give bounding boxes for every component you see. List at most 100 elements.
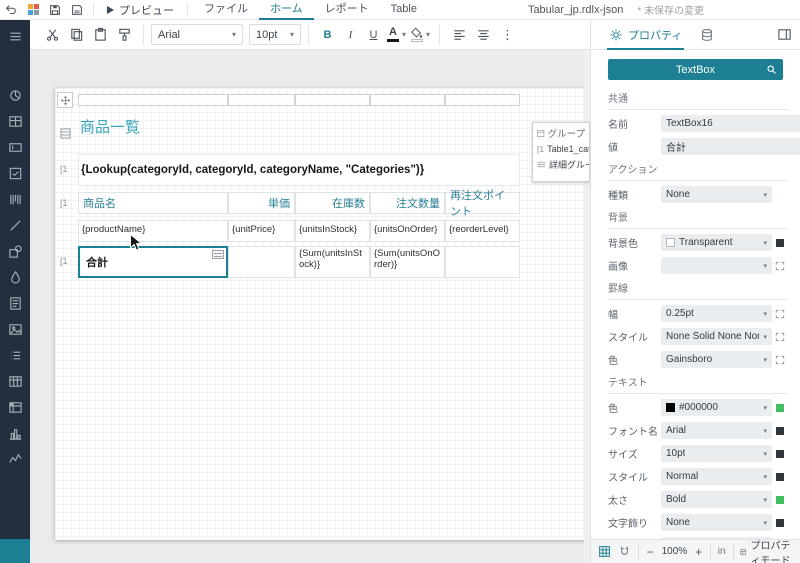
align-center-button[interactable] — [471, 23, 495, 47]
back-image-select[interactable]: ▾ — [661, 257, 772, 274]
undo-button[interactable] — [0, 0, 22, 20]
zoom-out-button[interactable]: − — [646, 545, 655, 559]
menu-table[interactable]: Table — [380, 0, 428, 20]
border-style-select[interactable]: None Solid None None▾ — [661, 328, 772, 345]
align-left-button[interactable] — [447, 23, 471, 47]
text-color-select[interactable]: #000000▾ — [661, 399, 772, 416]
sum-units-in-stock-cell[interactable]: {Sum(unitsInStock)} — [295, 246, 370, 278]
snap-toggle-button[interactable] — [618, 545, 631, 558]
sum-units-on-order-cell[interactable]: {Sum(unitsOnOrder)} — [370, 246, 445, 278]
copy-button[interactable] — [64, 23, 88, 47]
header-cell-units-on-order[interactable]: 注文数量 — [370, 192, 445, 214]
detail-cell-unit-price[interactable]: {unitPrice} — [228, 220, 295, 242]
font-name-select[interactable]: Arial▾ — [661, 422, 772, 439]
toolbox-menu-button[interactable] — [0, 22, 30, 50]
tool-line[interactable] — [0, 212, 30, 238]
fill-color-button[interactable]: ▾ — [408, 27, 432, 42]
border-width-select[interactable]: 0.25pt▾ — [661, 305, 772, 322]
menu-home[interactable]: ホーム — [259, 0, 314, 20]
header-cell-reorder-level[interactable]: 再注文ポイント — [445, 192, 520, 214]
header-row-marker[interactable]: [1 — [60, 198, 68, 208]
expand-button[interactable] — [772, 309, 788, 319]
unit-select[interactable]: in — [718, 546, 726, 557]
header-cell-units-in-stock[interactable]: 在庫数 — [295, 192, 370, 214]
underline-button[interactable]: U — [362, 24, 385, 46]
table-move-handle[interactable] — [57, 92, 73, 108]
more-options-button[interactable]: ⋮ — [495, 27, 520, 43]
footer-row-marker[interactable]: [1 — [60, 256, 68, 266]
lookup-expression-cell[interactable]: {Lookup(categoryId, categoryId, category… — [78, 154, 520, 186]
header-cell-unit-price[interactable]: 単価 — [228, 192, 295, 214]
column-handle-4[interactable] — [370, 94, 445, 106]
paste-button[interactable] — [88, 23, 112, 47]
border-color-select[interactable]: Gainsboro▾ — [661, 351, 772, 368]
tool-tablix[interactable] — [0, 394, 30, 420]
detail-cell-units-in-stock[interactable]: {unitsInStock} — [295, 220, 370, 242]
expand-button[interactable] — [772, 355, 788, 365]
tool-sparkline[interactable] — [0, 446, 30, 472]
tool-chart[interactable] — [0, 420, 30, 446]
detail-cell-reorder-level[interactable]: {reorderLevel} — [445, 220, 520, 242]
tab-properties[interactable]: プロパティ — [607, 20, 684, 50]
action-type-select[interactable]: None▾ — [661, 186, 772, 203]
font-family-select[interactable]: Arial▾ — [151, 24, 243, 45]
font-weight-select[interactable]: Bold▾ — [661, 491, 772, 508]
preview-button[interactable]: プレビュー — [99, 2, 182, 18]
total-label-cell-selected[interactable]: 合計 — [78, 246, 228, 278]
expand-button[interactable] — [772, 332, 788, 342]
tool-chart-donut[interactable] — [0, 82, 30, 108]
tool-textbox[interactable] — [0, 134, 30, 160]
group-item-table1[interactable]: [1 Table1_categ — [533, 142, 589, 156]
report-title-textbox[interactable]: 商品一覧 — [80, 116, 140, 137]
theme-colors-button[interactable] — [22, 0, 44, 20]
tool-barcode[interactable] — [0, 186, 30, 212]
italic-button[interactable]: I — [339, 24, 362, 46]
menu-report[interactable]: レポート — [314, 0, 380, 20]
detail-cell-units-on-order[interactable]: {unitsOnOrder} — [370, 220, 445, 242]
grid-toggle-button[interactable] — [598, 545, 611, 558]
tool-list[interactable] — [0, 342, 30, 368]
group-row-marker[interactable]: [1 — [60, 164, 68, 174]
font-color-button[interactable]: A ▾ — [385, 27, 408, 42]
tool-table[interactable] — [0, 368, 30, 394]
collapse-panel-button[interactable] — [777, 27, 792, 42]
column-handle-5[interactable] — [445, 94, 520, 106]
tool-shape[interactable] — [0, 238, 30, 264]
font-size-select[interactable]: 10pt▾ — [249, 24, 301, 45]
footer-empty-cell[interactable] — [228, 246, 295, 278]
column-handle-1[interactable] — [78, 94, 228, 106]
tool-richtext[interactable] — [0, 290, 30, 316]
text-decoration-select[interactable]: None▾ — [661, 514, 772, 531]
name-input[interactable] — [661, 115, 800, 132]
format-painter-button[interactable] — [112, 23, 136, 47]
tool-ink[interactable] — [0, 264, 30, 290]
tool-data-region[interactable] — [0, 108, 30, 134]
field-selector-icon[interactable] — [212, 250, 224, 259]
header-cell-product-name[interactable]: 商品名 — [78, 192, 228, 214]
property-mode-button[interactable]: プロパティモード — [740, 537, 793, 563]
title-row-marker[interactable] — [60, 128, 71, 141]
group-item-detail[interactable]: 詳細グルー — [533, 156, 589, 173]
menu-file[interactable]: ファイル — [193, 0, 259, 20]
value-input[interactable] — [661, 138, 800, 155]
bold-button[interactable]: B — [316, 24, 339, 46]
report-page[interactable]: 商品一覧 {Lookup(categoryId, categoryId, cat… — [55, 88, 590, 540]
footer-empty-cell[interactable] — [445, 246, 520, 278]
font-style-select[interactable]: Normal▾ — [661, 468, 772, 485]
property-search-input[interactable]: TextBox — [608, 59, 783, 80]
cut-button[interactable] — [40, 23, 64, 47]
detail-cell-product-name[interactable]: {productName} — [78, 220, 228, 242]
tool-checkbox[interactable] — [0, 160, 30, 186]
tab-data[interactable] — [700, 28, 714, 42]
save-button[interactable] — [44, 0, 66, 20]
font-size-select-prop[interactable]: 10pt▾ — [661, 445, 772, 462]
back-color-select[interactable]: Transparent▾ — [661, 234, 772, 251]
sidebar-bottom-button[interactable] — [0, 539, 30, 563]
column-handle-3[interactable] — [295, 94, 370, 106]
column-handle-2[interactable] — [228, 94, 295, 106]
save-as-button[interactable] — [66, 0, 88, 20]
design-canvas[interactable]: 商品一覧 {Lookup(categoryId, categoryId, cat… — [30, 50, 590, 563]
zoom-in-button[interactable]: + — [694, 545, 703, 559]
tool-image[interactable] — [0, 316, 30, 342]
expand-button[interactable] — [772, 261, 788, 271]
